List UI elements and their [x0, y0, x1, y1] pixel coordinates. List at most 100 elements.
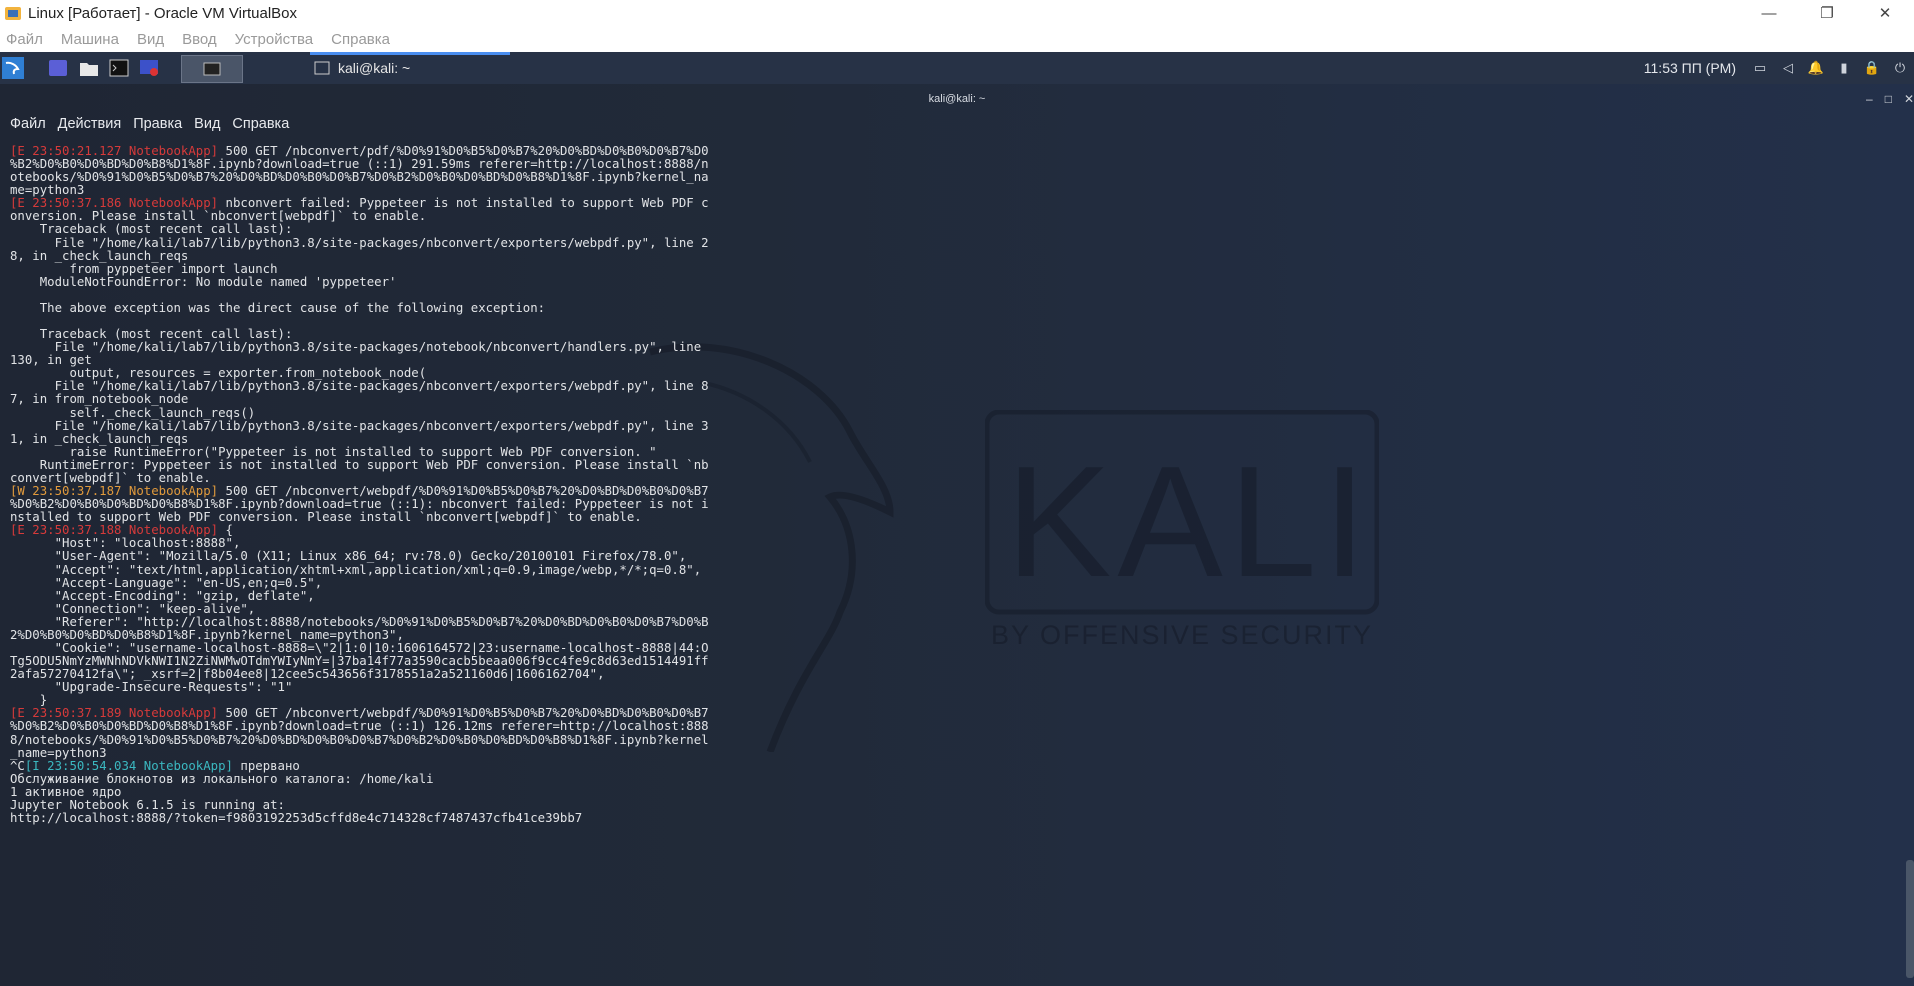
terminal-scrollbar[interactable] — [1906, 860, 1914, 978]
terminal-text: "Cookie": "username-localhost-8888=\"2|1… — [10, 640, 709, 655]
power-icon[interactable]: ⏻ — [1892, 60, 1908, 76]
terminal-text: 8/notebooks/%D0%91%D0%B5%D0%B7%20%D0%BD%… — [10, 732, 709, 747]
clock[interactable]: 11:53 ПП (PM) — [1644, 60, 1736, 76]
terminal-text: Traceback (most recent call last): — [10, 327, 293, 342]
log-level-tag: [W 23:50:37.187 NotebookApp] — [10, 484, 219, 499]
terminal-text: 500 GET /nbconvert/webpdf/%D0%91%D0%B5%D… — [218, 706, 709, 721]
screen-recorder-button[interactable] — [136, 55, 162, 81]
volume-icon[interactable]: ◁ — [1780, 60, 1796, 76]
system-tray: 11:53 ПП (PM) ▭ ◁ 🔔 ▮ 🔒 ⏻ — [1644, 52, 1914, 84]
minimize-button[interactable]: — — [1740, 0, 1798, 26]
terminal-text: nstalled to support Web PDF conversion. … — [10, 510, 642, 525]
terminal-menu-help[interactable]: Справка — [232, 116, 289, 132]
terminal-text: ^C — [10, 758, 25, 773]
menu-help[interactable]: Справка — [331, 31, 390, 48]
terminal-line: "Upgrade-Insecure-Requests": "1" — [10, 681, 770, 694]
terminal-menu-edit[interactable]: Правка — [133, 116, 182, 132]
terminal-text: self._check_launch_reqs() — [10, 405, 256, 420]
terminal-close-icon[interactable]: ✕ — [1904, 92, 1914, 106]
vbox-titlebar: Linux [Работает] - Oracle VM VirtualBox … — [0, 0, 1914, 26]
restore-button[interactable]: ❐ — [1798, 0, 1856, 26]
terminal-text: 500 GET /nbconvert/pdf/%D0%91%D0%B5%D0%B… — [218, 144, 709, 158]
terminal-line: otebooks/%D0%91%D0%B5%D0%B7%20%D0%BD%D0%… — [10, 171, 770, 184]
terminal-text: onversion. Please install `nbconvert[web… — [10, 209, 427, 224]
terminal-text: Tg5ODU5NmYzMWNhNDVkNWI1N2ZiNWMwOTdmYWIyN… — [10, 654, 709, 669]
terminal-text: "Accept-Encoding": "gzip, deflate", — [10, 588, 315, 603]
kali-menu-button[interactable] — [0, 55, 26, 81]
log-level-tag: [E 23:50:37.188 NotebookApp] — [10, 523, 219, 538]
terminal-text: me=python3 — [10, 183, 85, 198]
terminal-text: Обслуживание блокнотов из локального кат… — [10, 771, 434, 786]
terminal-text: RuntimeError: Pyppeteer is not installed… — [10, 457, 709, 472]
recorder-icon — [140, 60, 158, 76]
menu-view[interactable]: Вид — [137, 31, 164, 48]
virtualbox-app-icon — [5, 7, 21, 20]
terminal-text: _name=python3 — [10, 745, 107, 760]
terminal-text: %B2%D0%B0%D0%BD%D0%B8%D1%8F.ipynb?downlo… — [10, 157, 709, 172]
terminal-line: The above exception was the direct cause… — [10, 300, 770, 315]
terminal-text: "Referer": "http://localhost:8888/notebo… — [10, 614, 709, 629]
terminal-menu-view[interactable]: Вид — [194, 116, 220, 132]
terminal-maximize-icon[interactable]: □ — [1885, 92, 1892, 106]
folder-icon — [80, 63, 98, 76]
vbox-menubar: Файл Машина Вид Ввод Устройства Справка — [0, 26, 1914, 52]
kali-logo-subtext: BY OFFENSIVE SECURITY — [990, 620, 1374, 650]
menu-machine[interactable]: Машина — [61, 31, 119, 48]
desktop-icon — [49, 60, 67, 76]
terminal-text: прервано — [232, 758, 300, 773]
menu-devices[interactable]: Устройства — [235, 31, 313, 48]
show-desktop-button[interactable] — [45, 55, 71, 81]
terminal-text: otebooks/%D0%91%D0%B5%D0%B7%20%D0%BD%D0%… — [10, 170, 709, 185]
terminal-line: Обслуживание блокнотов из локального кат… — [10, 771, 770, 786]
notifications-bell-icon[interactable]: 🔔 — [1808, 60, 1824, 76]
taskbar-item-terminal[interactable]: kali@kali: ~ — [310, 52, 510, 84]
terminal-text: } — [10, 693, 48, 708]
terminal-text: "User-Agent": "Mozilla/5.0 (X11; Linux x… — [10, 549, 687, 564]
terminal-text: "Accept": "text/html,application/xhtml+x… — [10, 562, 702, 577]
terminal-text: "Accept-Language": "en-US,en;q=0.5", — [10, 575, 323, 590]
menu-input[interactable]: Ввод — [182, 31, 217, 48]
terminal-title: kali@kali: ~ — [928, 93, 986, 105]
terminal-text: from pyppeteer import launch — [10, 261, 278, 276]
terminal-text: File "/home/kali/lab7/lib/python3.8/site… — [10, 235, 709, 250]
screen-icon[interactable]: ▭ — [1752, 60, 1768, 76]
terminal-text: 1, in _check_launch_reqs — [10, 431, 189, 446]
menu-file[interactable]: Файл — [6, 31, 43, 48]
workspace-switcher[interactable] — [181, 55, 243, 83]
terminal-text: 2afa57270412fa\"; _xsrf=2|f8b04ee8|12cee… — [10, 667, 605, 682]
terminal-text: File "/home/kali/lab7/lib/python3.8/site… — [10, 340, 702, 355]
terminal-text: 130, in get — [10, 353, 92, 368]
terminal-output[interactable]: [E 23:50:21.127 NotebookApp] 500 GET /nb… — [10, 144, 770, 825]
terminal-line: ModuleNotFoundError: No module named 'py… — [10, 275, 770, 289]
terminal-text: Traceback (most recent call last): — [10, 222, 293, 237]
workspace-icon — [203, 62, 221, 76]
terminal-text: Jupyter Notebook 6.1.5 is running at: — [10, 797, 285, 812]
terminal-text: File "/home/kali/lab7/lib/python3.8/site… — [10, 418, 709, 433]
terminal-minimize-icon[interactable]: – — [1866, 92, 1873, 106]
kali-top-panel: kali@kali: ~ 11:53 ПП (PM) ▭ ◁ 🔔 ▮ 🔒 ⏻ — [0, 52, 1914, 84]
close-button[interactable]: ✕ — [1856, 0, 1914, 26]
kali-menu-icon — [2, 57, 24, 79]
terminal-text: File "/home/kali/lab7/lib/python3.8/site… — [10, 379, 709, 394]
terminal-text: "Host": "localhost:8888", — [10, 536, 241, 551]
taskbar-item-label: kali@kali: ~ — [338, 60, 411, 76]
terminal-launcher-button[interactable] — [106, 55, 132, 81]
terminal-menu-file[interactable]: Файл — [10, 116, 46, 132]
terminal-menu-actions[interactable]: Действия — [58, 116, 122, 132]
terminal-text: convert[webpdf]` to enable. — [10, 470, 211, 485]
terminal-titlebar: kali@kali: ~ – □ ✕ — [0, 88, 1914, 110]
terminal-text: "Connection": "keep-alive", — [10, 601, 256, 616]
guest-display[interactable]: KALI BY OFFENSIVE SECURITY kali@kali: ~ … — [0, 52, 1914, 986]
terminal-text: http://localhost:8888/?token=f9803192253… — [10, 810, 583, 825]
file-manager-button[interactable] — [76, 55, 102, 81]
terminal-menubar: Файл Действия Правка Вид Справка — [0, 112, 291, 136]
terminal-text: { — [218, 523, 233, 538]
log-level-tag: [E 23:50:37.186 NotebookApp] — [10, 196, 219, 211]
lock-icon[interactable]: 🔒 — [1864, 60, 1880, 76]
battery-icon[interactable]: ▮ — [1836, 60, 1852, 76]
close-icon: ✕ — [1878, 5, 1892, 22]
minimize-icon: — — [1761, 4, 1777, 22]
terminal-text: output, resources = exporter.from_notebo… — [10, 366, 427, 381]
window-title: Linux [Работает] - Oracle VM VirtualBox — [28, 4, 298, 22]
terminal-text: The above exception was the direct cause… — [10, 300, 546, 315]
